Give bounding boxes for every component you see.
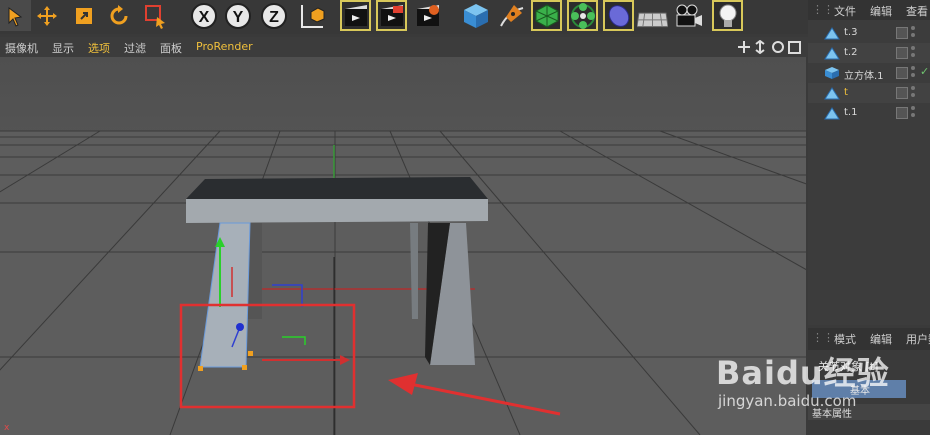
- visibility-dots-icon[interactable]: [910, 25, 916, 39]
- visibility-dots-icon[interactable]: [910, 45, 916, 59]
- object-manager-menu: ⋮⋮ 文件 编辑 查看: [808, 0, 930, 20]
- layer-tag-icon[interactable]: [896, 87, 908, 99]
- grip-icon: ⋮⋮: [812, 3, 834, 16]
- bone-icon: [824, 47, 840, 60]
- layer-tag-icon[interactable]: [896, 107, 908, 119]
- watermark-url: jingyan.baidu.com: [718, 392, 857, 410]
- scale-icon[interactable]: [68, 0, 99, 31]
- x-axis-label: X: [198, 9, 209, 26]
- floor-plane: [0, 131, 806, 435]
- pen-icon[interactable]: [496, 0, 527, 31]
- object-name: 立方体.1: [844, 71, 884, 82]
- menu-prorender[interactable]: ProRender: [196, 40, 253, 53]
- layer-tag-icon[interactable]: [896, 27, 908, 39]
- watermark-logo: Baidu经验: [716, 354, 890, 392]
- object-row-t1[interactable]: t.1: [808, 103, 930, 123]
- viewport-corner-label: x: [4, 423, 10, 433]
- main-toolbar: X Y Z: [0, 0, 808, 34]
- cloner-icon[interactable]: [567, 0, 598, 31]
- menu-display[interactable]: 显示: [52, 40, 74, 56]
- object-row-t[interactable]: t: [808, 83, 930, 103]
- live-select-icon[interactable]: [139, 0, 170, 31]
- menu-edit[interactable]: 编辑: [870, 3, 892, 19]
- viewport-nav-icons[interactable]: [737, 40, 807, 54]
- menu-file[interactable]: 文件: [834, 3, 856, 19]
- z-axis-lock-icon[interactable]: Z: [258, 0, 289, 31]
- y-axis-label: Y: [232, 9, 243, 26]
- bone-icon: [824, 27, 840, 40]
- object-name: t: [844, 87, 848, 98]
- viewport-menu-bar: 摄像机 显示 选项 过滤 面板 ProRender: [0, 37, 808, 57]
- 3d-viewport[interactable]: x: [0, 57, 806, 435]
- object-name: t.2: [844, 47, 858, 58]
- bone-icon: [824, 87, 840, 100]
- move-icon[interactable]: [31, 0, 62, 31]
- menu-filter[interactable]: 过滤: [124, 40, 146, 56]
- render-view-icon[interactable]: [340, 0, 371, 31]
- floor-icon[interactable]: [637, 0, 668, 31]
- visibility-dots-icon[interactable]: [910, 65, 916, 79]
- object-manager: ⋮⋮ 文件 编辑 查看 t.3 t.2 立方体.1 ✓ t t.1: [808, 0, 930, 325]
- render-to-picture-viewer-icon[interactable]: [376, 0, 407, 31]
- x-axis-lock-icon[interactable]: X: [188, 0, 219, 31]
- object-name: t.1: [844, 107, 858, 118]
- render-settings-icon[interactable]: [412, 0, 443, 31]
- menu-user-data[interactable]: 用户数: [906, 331, 930, 347]
- rotate-icon[interactable]: [103, 0, 134, 31]
- object-row-cube[interactable]: 立方体.1 ✓: [808, 63, 930, 83]
- layer-tag-icon[interactable]: [896, 47, 908, 59]
- y-axis-lock-icon[interactable]: Y: [222, 0, 253, 31]
- coordinate-system-icon[interactable]: [296, 0, 327, 31]
- camera-icon[interactable]: [672, 0, 703, 31]
- baidu-watermark: Baidu经验 jingyan.baidu.com: [700, 330, 900, 430]
- z-axis-label: Z: [269, 9, 279, 26]
- menu-panel[interactable]: 面板: [160, 40, 182, 56]
- c4d-window: X Y Z 摄像机 显示 选项 过滤 面板 ProRender x ⋮⋮ 文件 …: [0, 0, 930, 435]
- menu-options[interactable]: 选项: [88, 40, 110, 56]
- enabled-check-icon[interactable]: ✓: [920, 65, 929, 78]
- object-name: t.3: [844, 27, 858, 38]
- cube-icon[interactable]: [460, 0, 491, 31]
- object-row-t2[interactable]: t.2: [808, 43, 930, 63]
- visibility-dots-icon[interactable]: [910, 85, 916, 99]
- visibility-dots-icon[interactable]: [910, 105, 916, 119]
- menu-view[interactable]: 查看: [906, 3, 928, 19]
- light-icon[interactable]: [712, 0, 743, 31]
- bone-icon: [824, 107, 840, 120]
- object-row-t3[interactable]: t.3: [808, 23, 930, 43]
- deformer-icon[interactable]: [603, 0, 634, 31]
- select-icon[interactable]: [0, 0, 31, 31]
- layer-tag-icon[interactable]: [896, 67, 908, 79]
- subdivision-icon[interactable]: [531, 0, 562, 31]
- cube-icon: [825, 67, 839, 79]
- menu-camera[interactable]: 摄像机: [5, 40, 38, 56]
